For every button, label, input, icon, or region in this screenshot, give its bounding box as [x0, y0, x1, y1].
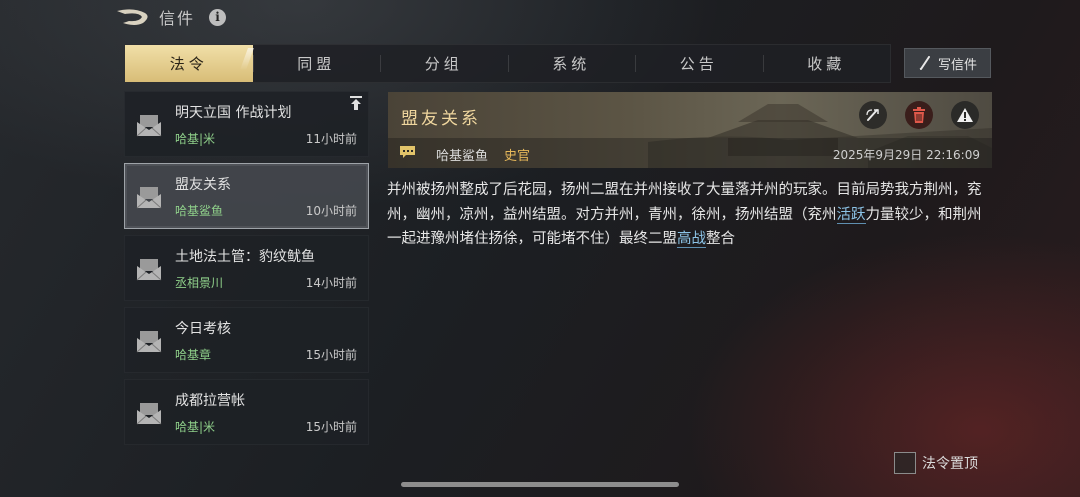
mail-time: 11小时前: [305, 132, 357, 146]
mail-time: 15小时前: [305, 348, 357, 362]
mail-time: 15小时前: [305, 420, 357, 434]
mail-meta-bar: 哈基鲨鱼 史官 2025年9月29日 22:16:09: [388, 138, 992, 168]
mail-list-item[interactable]: 土地法土管：豹纹鱿鱼 丞相景川 14小时前: [124, 235, 369, 301]
mail-sender: 哈基|米: [175, 132, 216, 146]
detail-sender-name[interactable]: 哈基鲨鱼: [436, 145, 488, 164]
detail-sender-role: 史官: [504, 149, 531, 164]
mail-body: 并州被扬州整成了后花园，扬州二盟在并州接收了大量落并州的玩家。目前局势我方荆州，…: [387, 178, 993, 252]
delete-button[interactable]: [905, 101, 933, 129]
term-link[interactable]: 活跃: [836, 206, 866, 224]
pin-decree-checkbox[interactable]: [894, 452, 916, 474]
mail-subject: 今日考核: [175, 321, 231, 337]
mail-list: 明天立国 作战计划 哈基|米 11小时前 盟友关系 哈基鲨鱼 10小时前 土地法…: [124, 91, 369, 451]
mail-title: 盟友关系: [401, 109, 481, 129]
mail-subject: 成都拉营帐: [175, 393, 245, 409]
mail-time: 10小时前: [305, 204, 357, 218]
mail-sender: 哈基|米: [175, 420, 216, 434]
reply-icon: [866, 109, 879, 121]
tab-announcement[interactable]: 公告: [635, 45, 763, 82]
pin-decree-label: 法令置顶: [922, 456, 978, 472]
mail-sender: 哈基章: [175, 348, 212, 362]
mail-header: 信件 i: [115, 4, 227, 30]
mail-category-tabs: 法令 同盟 分组 系统 公告 收藏: [124, 44, 891, 83]
mail-subject: 土地法土管：豹纹鱿鱼: [175, 249, 315, 265]
mail-body-text: 整合: [706, 231, 735, 247]
envelope-icon: [136, 331, 162, 353]
pin-top-icon: [350, 96, 362, 110]
term-link[interactable]: 高战: [677, 231, 706, 248]
mail-sender: 丞相景川: [175, 276, 224, 290]
mail-subject: 明天立国 作战计划: [175, 105, 292, 121]
mail-detail-header: 盟友关系 哈基鲨鱼 史官 2025年9月29日 22:16:09: [388, 92, 992, 168]
tab-system[interactable]: 系统: [507, 45, 636, 82]
tab-favorites[interactable]: 收藏: [762, 45, 891, 82]
tab-decree[interactable]: 法令: [125, 45, 253, 82]
warning-icon: [957, 108, 973, 122]
home-indicator[interactable]: [401, 482, 679, 487]
pin-decree-toggle[interactable]: 法令置顶: [894, 452, 978, 474]
page-title: 信件: [159, 9, 196, 28]
write-mail-label: 写信件: [937, 57, 977, 73]
tab-alliance[interactable]: 同盟: [252, 45, 381, 82]
chat-bubble-icon: [400, 146, 415, 158]
mail-subject: 盟友关系: [175, 177, 231, 193]
envelope-icon: [136, 259, 162, 281]
pen-icon: [919, 56, 930, 70]
mail-list-item[interactable]: 明天立国 作战计划 哈基|米 11小时前: [124, 91, 369, 157]
game-logo-icon: [117, 9, 148, 25]
report-button[interactable]: [951, 101, 979, 129]
tab-group[interactable]: 分组: [380, 45, 508, 82]
envelope-open-icon: [136, 187, 162, 209]
write-mail-button[interactable]: 写信件: [904, 48, 991, 78]
mail-sender: 哈基鲨鱼: [175, 204, 224, 218]
info-icon[interactable]: i: [209, 8, 227, 26]
mail-time: 14小时前: [305, 276, 357, 290]
mail-list-item[interactable]: 成都拉营帐 哈基|米 15小时前: [124, 379, 369, 445]
envelope-icon: [136, 115, 162, 137]
reply-button[interactable]: [859, 101, 887, 129]
delete-icon: [913, 107, 925, 123]
mail-list-item[interactable]: 盟友关系 哈基鲨鱼 10小时前: [124, 163, 369, 229]
envelope-icon: [136, 403, 162, 425]
detail-send-date: 2025年9月29日 22:16:09: [832, 148, 980, 162]
mail-list-item[interactable]: 今日考核 哈基章 15小时前: [124, 307, 369, 373]
